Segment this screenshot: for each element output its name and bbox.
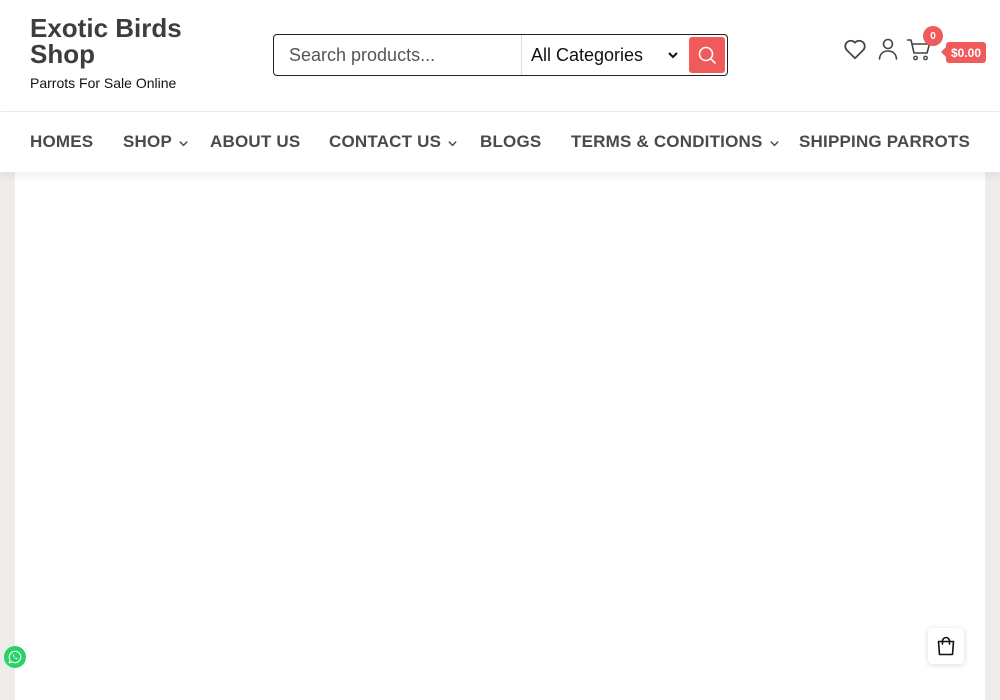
chevron-down-icon [668,52,678,59]
heart-icon[interactable] [842,36,868,62]
nav-item-label: BLOGS [480,132,542,151]
nav-item-homes[interactable]: HOMES [30,132,93,152]
chevron-down-icon [769,140,779,146]
category-select[interactable]: All Categories [521,35,687,75]
nav-item-terms-conditions[interactable]: TERMS & CONDITIONS [571,132,780,152]
nav-item-label: SHOP [123,132,172,151]
chevron-down-icon [179,140,188,146]
site-title[interactable]: Exotic Birds Shop [30,15,240,67]
nav-item-label: HOMES [30,132,94,151]
category-select-value: All Categories [531,44,644,65]
nav-item-label: ABOUT US [210,132,301,151]
nav-item-shipping-parrots[interactable]: SHIPPING PARROTS [799,132,970,152]
whatsapp-button[interactable] [4,646,26,668]
site-tagline: Parrots For Sale Online [30,75,177,91]
chevron-down-icon [448,140,457,146]
site-header: Exotic Birds Shop Parrots For Sale Onlin… [0,0,1000,112]
cart-total[interactable]: $0.00 [940,42,987,63]
shopping-bag-icon [937,636,955,656]
nav-item-blogs[interactable]: BLOGS [480,132,541,152]
nav-item-shop[interactable]: SHOP [123,132,189,152]
search-icon [698,46,716,64]
main-navigation: HOMES SHOP ABOUT US CONTACT US BLOGS TER… [0,112,1000,172]
search-input[interactable] [274,35,521,75]
nav-item-label: SHIPPING PARROTS [799,132,971,151]
nav-item-label: TERMS & CONDITIONS [571,132,763,151]
cart-count-badge: 0 [923,26,943,46]
nav-item-label: CONTACT US [329,132,442,151]
search-button[interactable] [689,37,725,73]
floating-cart-button[interactable] [928,628,964,664]
nav-item-contact-us[interactable]: CONTACT US [329,132,458,152]
brand: Exotic Birds Shop Parrots For Sale Onlin… [30,15,240,91]
whatsapp-icon [8,650,22,664]
nav-item-about-us[interactable]: ABOUT US [210,132,300,152]
user-icon[interactable] [876,36,900,62]
product-search-form: All Categories [273,34,728,76]
